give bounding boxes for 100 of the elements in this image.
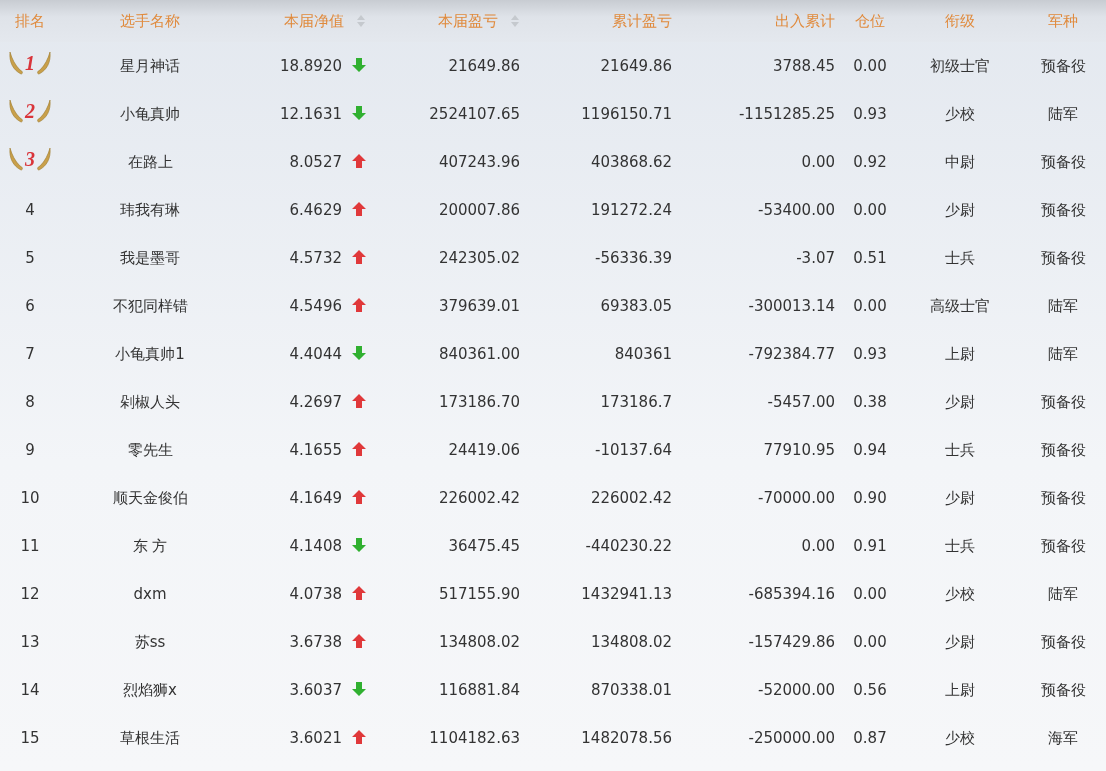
rank-text: 8: [25, 392, 35, 411]
total-profit-value: -440230.22: [585, 536, 672, 555]
rank-text: 4: [25, 200, 35, 219]
total-profit-value: 840361: [614, 344, 672, 363]
rank-title: 少校: [945, 728, 975, 747]
sort-icon[interactable]: [510, 13, 520, 28]
profit-value: 379639.01: [438, 296, 520, 315]
position-value: 0.51: [853, 248, 887, 267]
in-out-value: 77910.95: [763, 440, 835, 459]
in-out-value: -1151285.25: [738, 104, 835, 123]
in-out-value: -5457.00: [767, 392, 835, 411]
net-value: 4.4044: [289, 344, 342, 363]
rank-text: 7: [25, 344, 35, 363]
player-name: 苏ss: [134, 632, 166, 651]
wing-icon: [36, 49, 52, 76]
profit-value: 1104182.63: [429, 728, 520, 747]
player-name: 烈焰狮x: [123, 680, 177, 699]
column-header: 军种: [1048, 11, 1078, 30]
rank-number: 3: [25, 148, 35, 169]
net-value: 3.6021: [289, 728, 342, 747]
net-value: 4.2697: [289, 392, 342, 411]
position-value: 0.00: [853, 56, 887, 75]
in-out-value: -300013.14: [748, 296, 835, 315]
player-name: 零先生: [127, 440, 173, 459]
position-value: 0.56: [853, 680, 887, 699]
rank-title: 少尉: [945, 632, 975, 651]
in-out-value: 3788.45: [772, 56, 835, 75]
total-profit-value: 69383.05: [600, 296, 672, 315]
branch-name: 预备役: [1040, 632, 1086, 651]
player-name: 草根生活: [120, 728, 180, 747]
rank-text: 5: [25, 248, 35, 267]
in-out-value: -70000.00: [758, 488, 835, 507]
player-name: 顺天金俊伯: [112, 488, 188, 507]
net-value: 4.0738: [289, 584, 342, 603]
branch-name: 预备役: [1040, 248, 1086, 267]
position-value: 0.91: [853, 536, 887, 555]
position-value: 0.00: [853, 584, 887, 603]
wing-icon: [36, 145, 52, 172]
net-value: 4.1655: [289, 440, 342, 459]
rank-title: 高级士官: [930, 296, 990, 315]
wing-icon: [8, 145, 24, 172]
player-name: 我是墨哥: [120, 248, 180, 267]
branch-name: 陆军: [1048, 344, 1078, 363]
rank-text: 13: [20, 632, 40, 651]
player-name: 东 方: [132, 536, 168, 555]
column-header: 出入累计: [775, 11, 835, 30]
total-profit-value: 1196150.71: [581, 104, 672, 123]
player-name: 星月神话: [120, 56, 180, 75]
in-out-value: 0.00: [801, 152, 835, 171]
profit-value: 116881.84: [438, 680, 520, 699]
rank-title: 少尉: [945, 392, 975, 411]
position-value: 0.00: [853, 632, 887, 651]
sort-icon[interactable]: [356, 13, 366, 28]
total-profit-value: 226002.42: [590, 488, 672, 507]
branch-name: 预备役: [1040, 440, 1086, 459]
player-name: 小龟真帅: [120, 104, 180, 123]
branch-name: 预备役: [1040, 152, 1086, 171]
net-value: 3.6037: [289, 680, 342, 699]
wing-icon: [8, 49, 24, 76]
player-name: 小龟真帅1: [115, 344, 185, 363]
rank-title: 上尉: [945, 680, 975, 699]
position-value: 0.38: [853, 392, 887, 411]
total-profit-value: 134808.02: [590, 632, 672, 651]
branch-name: 预备役: [1040, 680, 1086, 699]
net-value: 4.1408: [289, 536, 342, 555]
rank-text: 11: [20, 536, 40, 555]
profit-value: 226002.42: [438, 488, 520, 507]
position-value: 0.87: [853, 728, 887, 747]
branch-name: 海军: [1048, 728, 1078, 747]
rank-title: 少校: [945, 584, 975, 603]
net-value: 4.1649: [289, 488, 342, 507]
player-name: 不犯同样错: [112, 296, 188, 315]
total-profit-value: 173186.7: [600, 392, 672, 411]
net-value: 3.6738: [289, 632, 342, 651]
branch-name: 陆军: [1048, 296, 1078, 315]
column-header[interactable]: 本届盈亏: [438, 11, 498, 30]
rank-title: 少校: [945, 104, 975, 123]
rank-text: 15: [20, 728, 40, 747]
net-value: 4.5732: [289, 248, 342, 267]
column-header: 衔级: [945, 11, 975, 30]
rank-title: 少尉: [945, 200, 975, 219]
rank-text: 10: [20, 488, 40, 507]
profit-value: 24419.06: [448, 440, 520, 459]
rank-text: 9: [25, 440, 35, 459]
player-name: 剁椒人头: [120, 392, 180, 411]
in-out-value: -157429.86: [748, 632, 835, 651]
branch-name: 陆军: [1048, 104, 1078, 123]
branch-name: 预备役: [1040, 392, 1086, 411]
column-header: 选手名称: [120, 11, 180, 30]
profit-value: 840361.00: [438, 344, 520, 363]
in-out-value: -3.07: [796, 248, 835, 267]
rank-title: 士兵: [945, 248, 975, 267]
player-name: 在路上: [127, 152, 173, 171]
profit-value: 173186.70: [438, 392, 520, 411]
profit-value: 517155.90: [438, 584, 520, 603]
profit-value: 2524107.65: [429, 104, 520, 123]
position-value: 0.93: [853, 344, 887, 363]
total-profit-value: -10137.64: [595, 440, 672, 459]
in-out-value: -53400.00: [758, 200, 835, 219]
player-name: 玮我有琳: [120, 200, 180, 219]
